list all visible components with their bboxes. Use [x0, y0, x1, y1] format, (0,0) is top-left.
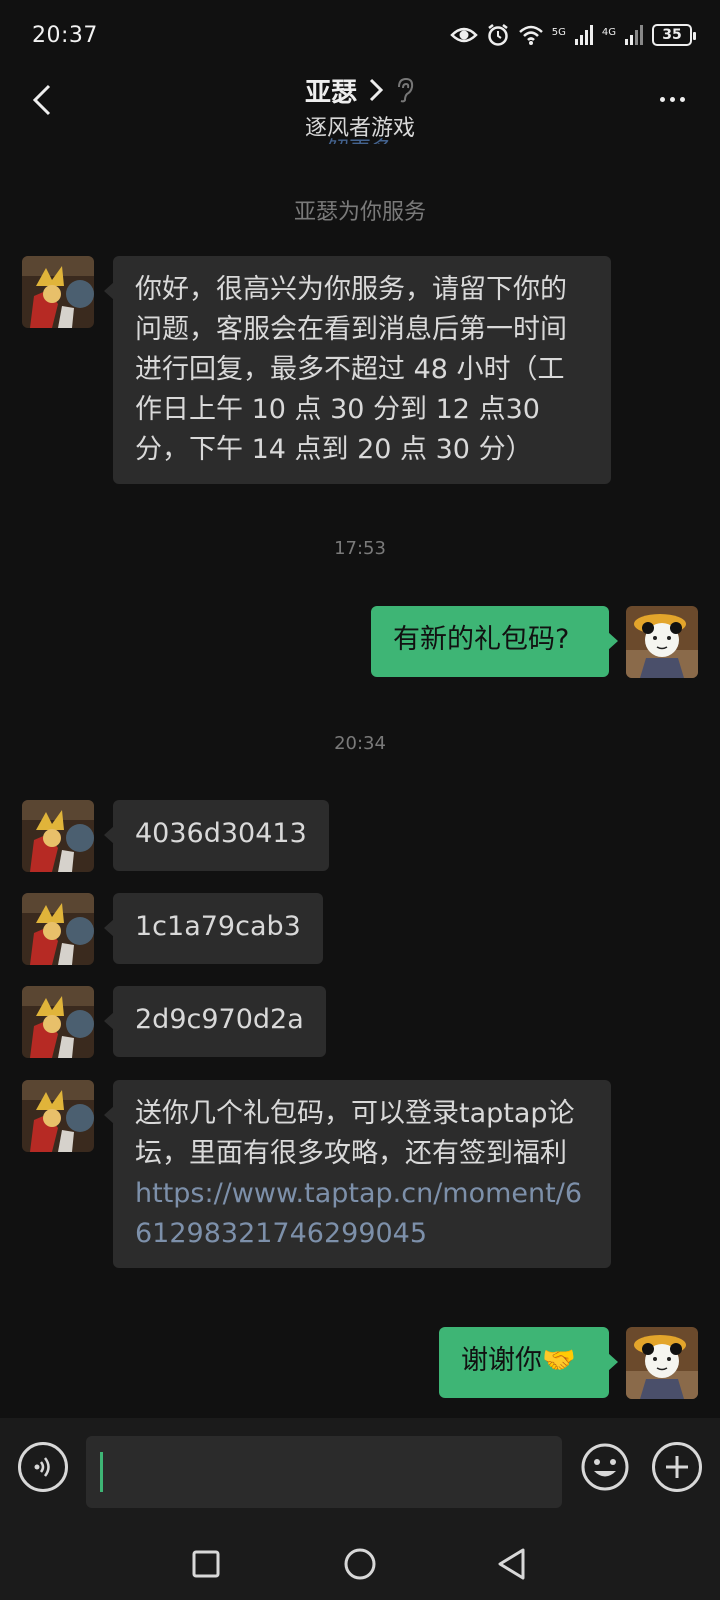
gift-code-text: 4036d30413 — [135, 818, 307, 849]
message-input-bar — [0, 1418, 720, 1528]
knight-avatar-icon — [22, 800, 94, 872]
agent-avatar[interactable] — [22, 256, 94, 328]
ear-icon — [398, 77, 414, 103]
message-text: 谢谢你🤝 — [461, 1345, 576, 1376]
panda-meme-avatar-icon — [626, 606, 698, 678]
signal-4g-label: 4G — [601, 27, 616, 38]
plus-button[interactable] — [652, 1442, 702, 1492]
nav-home-button[interactable] — [342, 1546, 378, 1582]
system-notice: 亚瑟为你服务 — [293, 200, 426, 225]
status-time: 20:37 — [32, 22, 98, 48]
agent-avatar[interactable] — [22, 800, 94, 872]
more-button[interactable] — [652, 84, 692, 114]
knight-avatar-icon — [22, 256, 94, 328]
status-bar: 20:37 5G 4G 35 — [0, 0, 720, 70]
signal-5g-icon — [574, 25, 593, 45]
text-caret — [100, 1452, 103, 1492]
eye-icon — [449, 27, 478, 43]
message-bubble-incoming[interactable]: 送你几个礼包码，可以登录taptap论坛，里面有很多攻略，还有签到福利 http… — [104, 1080, 611, 1268]
message-bubble-incoming[interactable]: 1c1a79cab3 — [104, 893, 323, 964]
status-icons: 5G 4G 35 — [449, 23, 696, 47]
square-icon — [192, 1550, 220, 1578]
title-row[interactable]: 亚瑟 — [305, 70, 415, 110]
agent-avatar[interactable] — [22, 1080, 94, 1152]
scrolled-hint-text: 解更多 — [0, 132, 720, 144]
chevron-right-icon — [369, 78, 383, 102]
user-avatar[interactable] — [626, 1327, 698, 1399]
agent-avatar[interactable] — [22, 986, 94, 1058]
signal-4g-icon — [625, 25, 643, 45]
message-bubble-outgoing[interactable]: 有新的礼包码? — [371, 606, 618, 677]
message-text: 你好，很高兴为你服务，请留下你的问题，客服会在看到消息后第一时间进行回复，最多不… — [135, 274, 567, 465]
message-text: 有新的礼包码? — [393, 624, 570, 655]
gift-code-text: 1c1a79cab3 — [135, 911, 301, 942]
knight-avatar-icon — [22, 986, 94, 1058]
chat-header: 亚瑟 逐风者游戏 解更多 — [0, 70, 720, 144]
contact-name: 亚瑟 — [304, 77, 357, 108]
knight-avatar-icon — [22, 893, 94, 965]
message-text: 送你几个礼包码，可以登录taptap论坛，里面有很多攻略，还有签到福利 — [135, 1098, 575, 1169]
gift-code-text: 2d9c970d2a — [135, 1004, 304, 1035]
message-bubble-outgoing[interactable]: 谢谢你🤝 — [439, 1327, 618, 1398]
emoji-button[interactable] — [580, 1442, 630, 1492]
message-bubble-incoming[interactable]: 4036d30413 — [104, 800, 329, 871]
nav-back-button[interactable] — [494, 1546, 530, 1582]
taptap-link[interactable]: https://www.taptap.cn/moment/66129832174… — [135, 1178, 582, 1249]
timestamp: 17:53 — [334, 538, 386, 559]
more-dot — [669, 96, 675, 102]
knight-avatar-icon — [22, 1080, 94, 1152]
more-dot — [659, 96, 665, 102]
agent-avatar[interactable] — [22, 893, 94, 965]
plus-icon — [666, 1456, 688, 1478]
battery-level: 35 — [662, 27, 682, 43]
timestamp: 20:34 — [334, 733, 386, 754]
signal-5g-label: 5G — [551, 27, 566, 38]
voice-icon — [34, 1457, 50, 1477]
wifi-icon — [518, 25, 543, 45]
user-avatar[interactable] — [626, 606, 698, 678]
message-bubble-incoming[interactable]: 你好，很高兴为你服务，请留下你的问题，客服会在看到消息后第一时间进行回复，最多不… — [104, 256, 611, 484]
triangle-back-icon — [498, 1548, 525, 1580]
nav-recent-button[interactable] — [188, 1546, 224, 1582]
alarm-icon — [488, 24, 508, 46]
more-dot — [679, 96, 685, 102]
emoji-icon — [581, 1443, 629, 1491]
message-bubble-incoming[interactable]: 2d9c970d2a — [104, 986, 326, 1057]
system-nav-bar — [0, 1528, 720, 1600]
battery-indicator: 35 — [652, 24, 696, 46]
panda-meme-avatar-icon — [626, 1327, 698, 1399]
circle-icon — [344, 1548, 376, 1580]
message-input[interactable] — [86, 1436, 562, 1508]
voice-button[interactable] — [18, 1442, 68, 1492]
